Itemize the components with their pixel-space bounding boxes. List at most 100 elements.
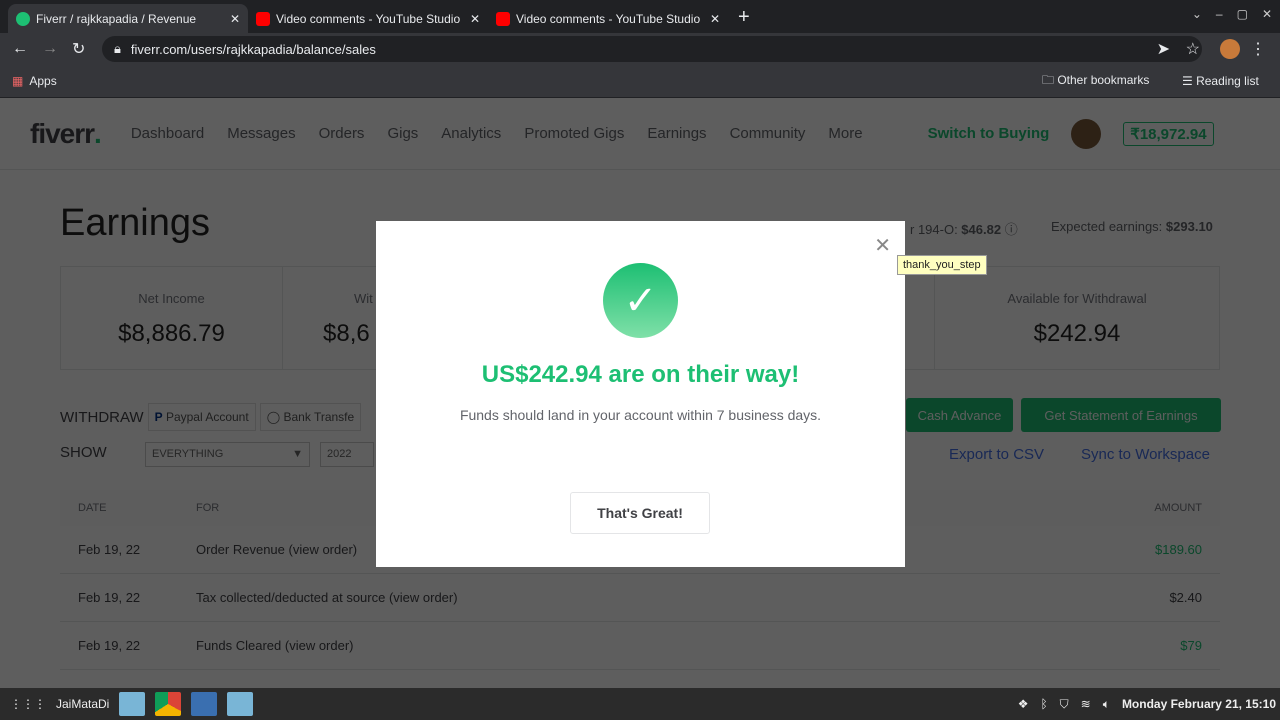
menu-icon[interactable]: ⋮ xyxy=(1250,39,1266,59)
top-nav: fiverr. Dashboard Messages Orders Gigs A… xyxy=(0,98,1280,170)
tab-youtube-2[interactable]: Video comments - YouTube Studio ✕ xyxy=(488,4,728,33)
bank-transfer-button[interactable]: ◯ Bank Transfe xyxy=(259,403,362,431)
nav-gigs[interactable]: Gigs xyxy=(387,125,418,142)
bluetooth-icon[interactable]: ᛒ xyxy=(1040,697,1047,712)
reading-list-label: Reading list xyxy=(1196,74,1259,88)
switch-to-buying[interactable]: Switch to Buying xyxy=(928,125,1050,142)
withdrawal-success-modal: ✕ ✓ US$242.94 are on their way! Funds sh… xyxy=(376,221,905,567)
bookmarks-bar: ▦ Apps 🗀 Other bookmarks ☰ Reading list xyxy=(0,65,1280,98)
cash-advance-button[interactable]: Cash Advance xyxy=(906,398,1013,432)
forward-icon[interactable]: → xyxy=(42,40,58,58)
sync-workspace-link[interactable]: Sync to Workspace xyxy=(1081,446,1210,463)
withdraw-row: WITHDRAW P Paypal Account ◯ Bank Transfe xyxy=(60,403,362,431)
reload-icon[interactable]: ↻ xyxy=(72,39,85,59)
card-available: Available for Withdrawal $242.94 xyxy=(934,267,1219,369)
chrome-icon[interactable] xyxy=(155,692,182,716)
nav-dashboard[interactable]: Dashboard xyxy=(131,125,204,142)
minimize-icon[interactable]: – xyxy=(1216,7,1223,21)
browser-toolbar: ← → ↻ 🔒︎ fiverr.com/users/rajkkapadia/balan… xyxy=(0,33,1280,65)
help-icon[interactable]: ⓘ xyxy=(1005,222,1018,237)
apps-bookmark[interactable]: Apps xyxy=(29,74,56,88)
tds-value: $46.82 xyxy=(961,222,1002,237)
fiverr-icon xyxy=(16,11,30,26)
wifi-icon[interactable]: ≋ xyxy=(1081,697,1091,712)
lock-icon: 🔒︎ xyxy=(114,41,121,56)
close-icon[interactable]: ✕ xyxy=(710,12,720,26)
taskbar: ⋮⋮⋮ JaiMataDi ❖ ᛒ ⛉ ≋ 🔈︎ Monday February 21, 1… xyxy=(0,688,1280,720)
tab-title: Video comments - YouTube Studio xyxy=(516,11,701,26)
chevron-down-icon[interactable]: ⌄ xyxy=(1192,7,1202,21)
row-amount: $2.40 xyxy=(1169,590,1202,605)
other-bookmarks[interactable]: 🗀 Other bookmarks xyxy=(1042,71,1149,92)
filter-value: EVERYTHING xyxy=(152,448,224,460)
bank-icon: ◯ xyxy=(266,410,281,424)
close-icon[interactable]: ✕ xyxy=(230,12,240,26)
tab-title: Video comments - YouTube Studio xyxy=(276,11,461,26)
address-bar[interactable]: 🔒︎ fiverr.com/users/rajkkapadia/balance/s… xyxy=(102,36,1202,62)
share-icon[interactable]: ➤ xyxy=(1157,39,1170,59)
camera-icon[interactable] xyxy=(191,692,218,716)
year-select[interactable]: 2022 xyxy=(320,442,374,467)
nav-earnings[interactable]: Earnings xyxy=(647,125,706,142)
maximize-icon[interactable]: ▢ xyxy=(1237,7,1248,21)
nav-analytics[interactable]: Analytics xyxy=(441,125,501,142)
nav-messages[interactable]: Messages xyxy=(227,125,295,142)
avatar[interactable] xyxy=(1071,118,1102,149)
star-icon[interactable]: ☆ xyxy=(1186,39,1200,59)
dropbox-icon[interactable]: ❖ xyxy=(1018,697,1029,712)
row-date: Feb 19, 22 xyxy=(78,638,141,653)
header-amount: AMOUNT xyxy=(1154,502,1202,514)
row-date: Feb 19, 22 xyxy=(78,590,141,605)
shield-icon[interactable]: ⛉ xyxy=(1060,697,1069,712)
filter-select[interactable]: EVERYTHING ▼ xyxy=(145,442,310,467)
header-date: DATE xyxy=(78,502,107,514)
close-window-icon[interactable]: ✕ xyxy=(1262,7,1272,21)
modal-subtitle: Funds should land in your account within… xyxy=(459,407,822,423)
card-value: $242.94 xyxy=(1033,320,1121,347)
nav-orders[interactable]: Orders xyxy=(319,125,365,142)
folder-icon[interactable] xyxy=(227,692,254,716)
close-icon[interactable]: ✕ xyxy=(874,233,891,258)
row-for[interactable]: Tax collected/deducted at source (view o… xyxy=(196,590,1169,605)
tab-bar: Fiverr / rajkkapadia / Revenue ✕ Video co… xyxy=(0,0,1280,33)
thats-great-button[interactable]: That's Great! xyxy=(570,492,710,534)
app-menu-icon[interactable]: ⋮⋮⋮ xyxy=(10,697,46,711)
tab-youtube-1[interactable]: Video comments - YouTube Studio ✕ xyxy=(248,4,488,33)
tooltip: thank_you_step xyxy=(897,255,987,275)
row-date: Feb 19, 22 xyxy=(78,542,141,557)
tab-title: Fiverr / rajkkapadia / Revenue xyxy=(36,11,197,26)
profile-avatar[interactable] xyxy=(1220,39,1240,59)
paypal-button[interactable]: P Paypal Account xyxy=(147,403,256,431)
new-tab-button[interactable]: + xyxy=(738,6,750,29)
user-label: JaiMataDi xyxy=(56,697,110,711)
expected-earnings: Expected earnings: $293.10 xyxy=(1051,219,1213,234)
row-for[interactable]: Funds Cleared (view order) xyxy=(196,638,1180,653)
reading-list[interactable]: ☰ Reading list xyxy=(1182,74,1259,88)
bank-label: Bank Transfe xyxy=(283,410,355,424)
card-label: Available for Withdrawal xyxy=(1007,291,1147,306)
close-icon[interactable]: ✕ xyxy=(470,12,480,26)
back-icon[interactable]: ← xyxy=(12,40,28,58)
paypal-label: Paypal Account xyxy=(165,410,249,424)
system-tray: ❖ ᛒ ⛉ ≋ 🔈︎ Monday February 21, 15:10 xyxy=(1018,697,1276,712)
nav-community[interactable]: Community xyxy=(730,125,806,142)
fiverr-logo[interactable]: fiverr. xyxy=(30,118,102,150)
volume-icon[interactable]: 🔈︎ xyxy=(1103,697,1110,712)
nav-more[interactable]: More xyxy=(828,125,862,142)
card-net-income: Net Income $8,886.79 xyxy=(61,267,283,369)
statement-button[interactable]: Get Statement of Earnings xyxy=(1021,398,1221,432)
export-csv-link[interactable]: Export to CSV xyxy=(949,446,1044,463)
files-icon[interactable] xyxy=(119,692,146,716)
expected-value: $293.10 xyxy=(1165,219,1213,234)
tab-fiverr[interactable]: Fiverr / rajkkapadia / Revenue ✕ xyxy=(8,4,248,33)
window-controls: ⌄ – ▢ ✕ xyxy=(1192,7,1272,21)
clock[interactable]: Monday February 21, 15:10 xyxy=(1122,697,1276,712)
expected-label: Expected earnings: xyxy=(1051,219,1166,234)
card-value: $8,886.79 xyxy=(118,320,225,347)
nav-promoted-gigs[interactable]: Promoted Gigs xyxy=(524,125,624,142)
youtube-icon xyxy=(496,11,510,26)
checkmark-icon: ✓ xyxy=(603,263,678,338)
youtube-icon xyxy=(256,11,270,26)
balance-badge[interactable]: ₹18,972.94 xyxy=(1123,121,1214,146)
withdraw-label: WITHDRAW xyxy=(60,408,144,426)
